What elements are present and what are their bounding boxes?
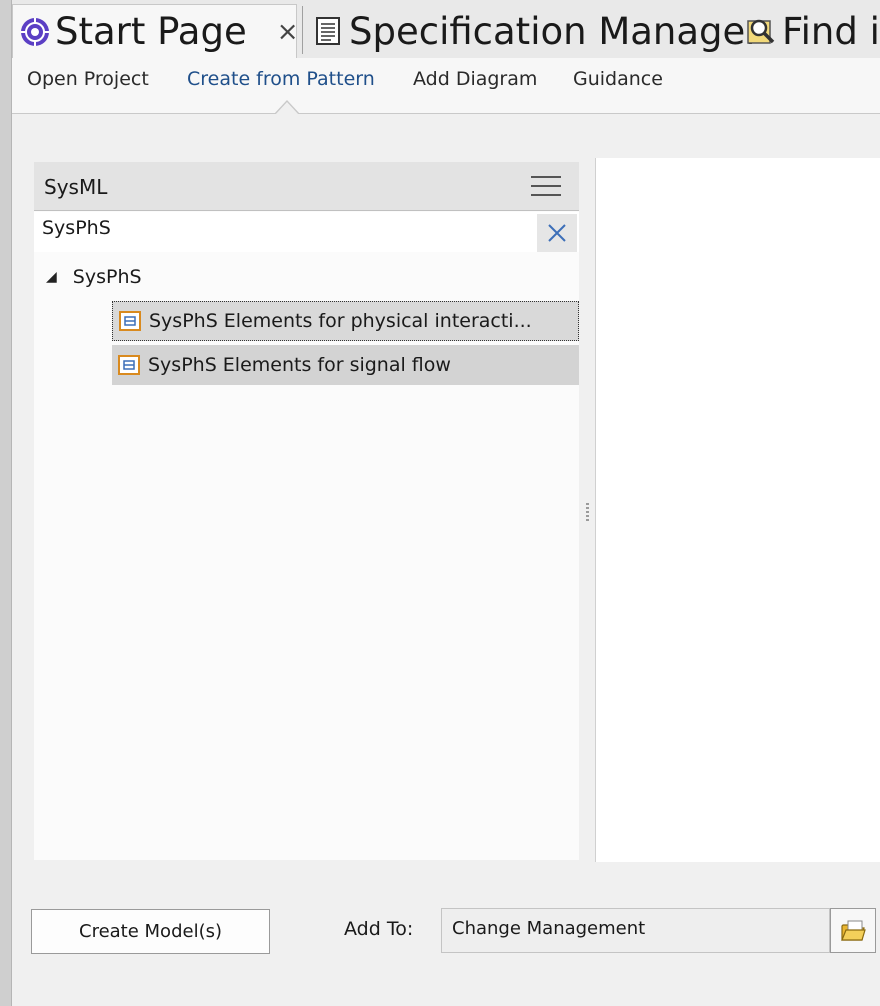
subnav-add-diagram[interactable]: Add Diagram <box>413 68 537 90</box>
start-page-subnav: Open Project Create from Pattern Add Dia… <box>12 58 880 114</box>
pattern-item-label: SysPhS Elements for signal flow <box>148 354 451 376</box>
tab-specification-manager[interactable]: Specification Manager <box>307 4 761 58</box>
find-icon <box>744 14 778 48</box>
splitter-grip-icon[interactable] <box>586 503 589 523</box>
document-tab-strip: Start Page × Specification Manager Find … <box>12 0 880 58</box>
browse-package-button[interactable] <box>830 908 876 953</box>
expand-triangle-icon[interactable]: ◢ <box>46 269 57 285</box>
active-subnav-indicator-fill <box>275 102 299 115</box>
pattern-panel: SysML ◢ SysPhS SysPhS Elements for physi… <box>34 162 579 860</box>
tab-find-in[interactable]: Find in <box>740 4 880 58</box>
pane-splitter[interactable] <box>580 158 595 862</box>
tab-start-page-label: Start Page <box>55 10 247 53</box>
document-icon <box>311 14 345 48</box>
add-to-label: Add To: <box>344 918 414 940</box>
pattern-filter-input[interactable] <box>42 217 532 239</box>
pattern-group-title: SysML <box>44 175 108 199</box>
pattern-package-icon <box>119 311 141 331</box>
tab-start-page[interactable]: Start Page × <box>12 4 299 58</box>
add-to-package-field[interactable]: Change Management <box>441 908 830 953</box>
close-icon[interactable]: × <box>277 17 299 47</box>
clear-filter-button[interactable] <box>537 214 577 252</box>
tab-specification-manager-label: Specification Manager <box>349 9 761 53</box>
tree-node-label: SysPhS <box>72 266 142 288</box>
pattern-package-icon <box>118 355 140 375</box>
pattern-item-physical-interaction[interactable]: SysPhS Elements for physical interacti..… <box>112 301 579 341</box>
start-page-icon <box>19 15 51 49</box>
folder-icon <box>841 920 866 941</box>
hamburger-menu-icon[interactable] <box>531 176 561 196</box>
pattern-item-signal-flow[interactable]: SysPhS Elements for signal flow <box>112 345 579 385</box>
create-models-button[interactable]: Create Model(s) <box>31 909 270 954</box>
pattern-preview-pane <box>595 158 880 862</box>
pattern-item-label: SysPhS Elements for physical interacti..… <box>149 310 532 332</box>
pattern-filter-row <box>34 212 579 252</box>
tab-divider <box>302 6 303 54</box>
tab-find-in-label: Find in <box>782 9 880 53</box>
subnav-create-from-pattern[interactable]: Create from Pattern <box>187 68 375 90</box>
subnav-guidance[interactable]: Guidance <box>573 68 663 90</box>
pattern-panel-header: SysML <box>34 162 579 211</box>
tree-node-sysphs[interactable]: ◢ SysPhS <box>46 262 142 292</box>
subnav-open-project[interactable]: Open Project <box>27 68 149 90</box>
close-icon <box>548 224 566 242</box>
window-edge <box>0 0 12 1006</box>
